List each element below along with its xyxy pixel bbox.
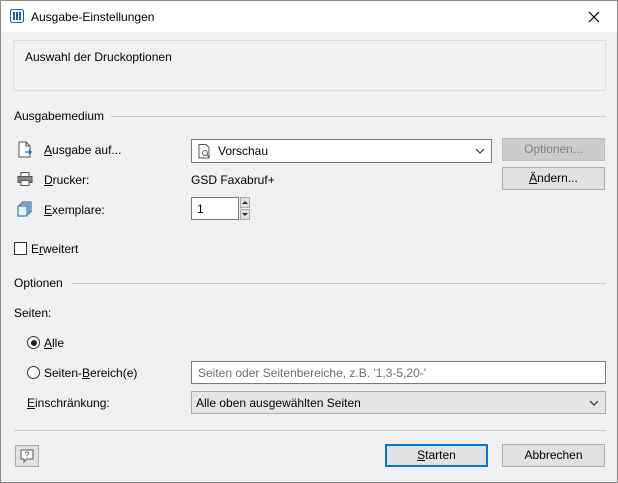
arrow-down-icon [242, 213, 248, 216]
title-bar: Ausgabe-Einstellungen [1, 1, 617, 32]
einschraenkung-dropdown[interactable]: Alle oben ausgewählten Seiten [191, 391, 606, 414]
seiten-bereich-label[interactable]: Seiten-Bereich(e) [44, 366, 137, 380]
ausgabe-dropdown[interactable]: Vorschau [191, 139, 492, 163]
ausgabe-label: Ausgabe auf... [44, 143, 122, 157]
abbrechen-button[interactable]: Abbrechen [502, 444, 605, 467]
group-divider [111, 116, 606, 117]
window-title: Ausgabe-Einstellungen [31, 10, 155, 24]
help-icon: ? [20, 449, 34, 463]
stepper-up-button[interactable] [240, 197, 250, 208]
app-icon [10, 9, 24, 23]
group-title-optionen: Optionen [14, 276, 63, 290]
info-text: Auswahl der Druckoptionen [25, 50, 172, 64]
ausgabe-dropdown-value: Vorschau [218, 144, 269, 158]
seiten-bereich-input[interactable] [191, 361, 606, 384]
alle-radio[interactable] [27, 336, 40, 349]
help-button[interactable]: ? [15, 445, 39, 467]
chevron-down-icon [475, 148, 485, 154]
drucker-label: Drucker: [44, 173, 90, 187]
exemplare-input[interactable]: 1 [191, 197, 239, 220]
exemplare-label: Exemplare: [44, 203, 105, 217]
aendern-button[interactable]: Ändern... [502, 167, 605, 190]
einschraenkung-label: Einschränkung: [27, 396, 110, 410]
output-document-icon [18, 141, 32, 158]
einschraenkung-value: Alle oben ausgewählten Seiten [196, 396, 361, 410]
drucker-value: GSD Faxabruf+ [191, 173, 275, 187]
group-divider [72, 283, 606, 284]
erweitert-checkbox[interactable] [14, 242, 27, 255]
svg-text:?: ? [25, 451, 30, 460]
seiten-label: Seiten: [14, 306, 52, 320]
close-button[interactable] [571, 1, 617, 32]
close-icon [588, 11, 600, 22]
footer-divider [14, 430, 606, 431]
optionen-button[interactable]: Optionen... [502, 138, 605, 161]
seiten-bereich-radio[interactable] [27, 366, 40, 379]
preview-icon [198, 144, 210, 159]
copies-icon [17, 201, 32, 217]
starten-button[interactable]: Starten [385, 444, 488, 467]
exemplare-value: 1 [197, 202, 204, 216]
dialog-window: Ausgabe-Einstellungen Auswahl der Drucko… [0, 0, 618, 483]
chevron-down-icon [589, 400, 599, 406]
arrow-up-icon [242, 201, 248, 204]
erweitert-label[interactable]: Erweitert [31, 242, 78, 256]
alle-label[interactable]: Alle [44, 336, 64, 350]
group-title-ausgabemedium: Ausgabemedium [14, 109, 105, 123]
stepper-down-button[interactable] [240, 209, 250, 220]
printer-icon [17, 172, 33, 186]
exemplare-stepper [240, 197, 250, 220]
info-panel: Auswahl der Druckoptionen [13, 40, 606, 91]
